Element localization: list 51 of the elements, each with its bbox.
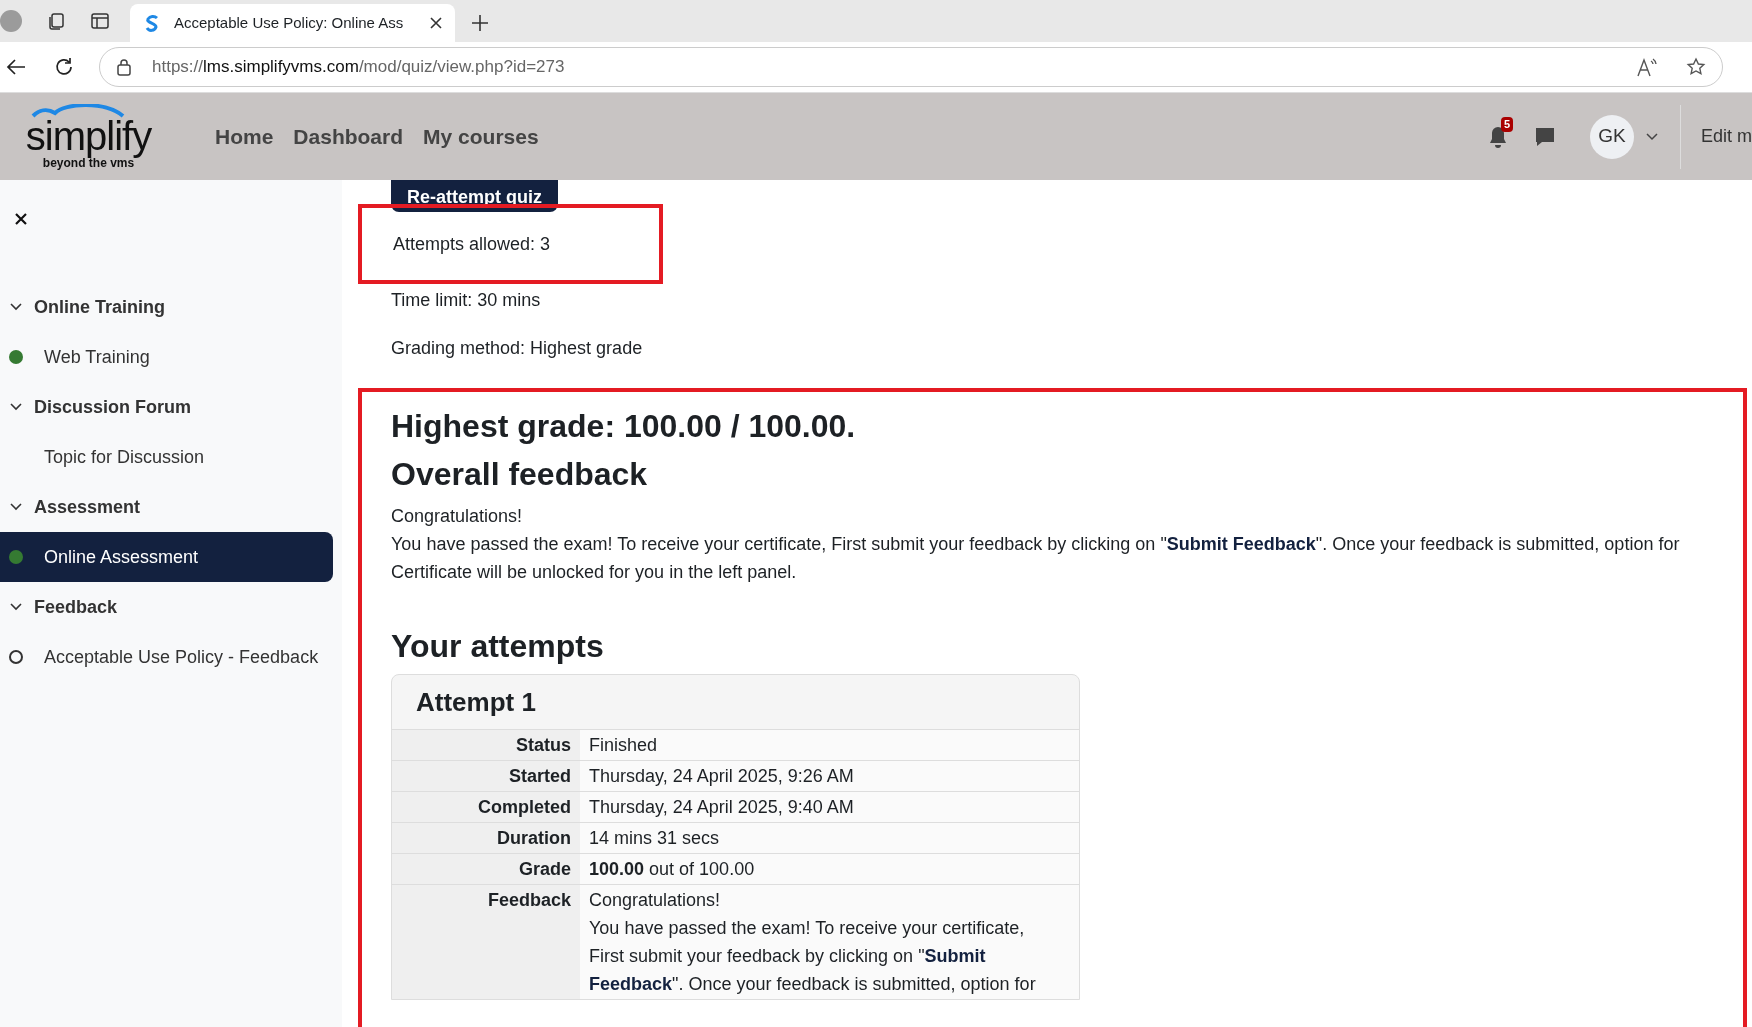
row-value-message: You have passed the exam! To receive your certificate, First submit your feedback by clicking on "Submit Feedback". Once your feedback is submitted, option for bbox=[589, 917, 1037, 996]
quiz-info-text: Grading method: Highest grade bbox=[391, 336, 643, 360]
lock-icon bbox=[116, 58, 132, 76]
quiz-info-text: Time limit: 30 mins bbox=[391, 288, 541, 312]
browser-tab[interactable]: Acceptable Use Policy: Online Ass bbox=[130, 4, 455, 42]
nav-link[interactable]: Home bbox=[215, 120, 274, 153]
reload-icon[interactable] bbox=[53, 56, 75, 78]
star-icon[interactable] bbox=[1686, 57, 1706, 77]
activity-link[interactable]: Topic for Discussion bbox=[0, 432, 333, 482]
collections-icon[interactable] bbox=[46, 11, 66, 31]
tab-title: Acceptable Use Policy: Online Ass bbox=[174, 12, 405, 33]
row-label: Status bbox=[392, 730, 580, 760]
overall-feedback-heading: Overall feedback bbox=[391, 455, 649, 494]
user-avatar[interactable]: GK bbox=[1590, 114, 1634, 159]
cloud-arc-icon bbox=[31, 103, 126, 118]
notification-count: 5 bbox=[1501, 116, 1514, 132]
edit-mode-label[interactable]: Edit m bbox=[1701, 123, 1752, 150]
row-label: Grade bbox=[392, 854, 580, 884]
row-value: 100.00 out of 100.00 bbox=[589, 858, 756, 881]
attempts-heading: Your attempts bbox=[391, 627, 605, 666]
feedback-message: You have passed the exam! To receive your certificate, First submit your feedback by clicking on "Submit Feedback". Once your feedback is submitted, option for Certificate will be unlocked for you in the left panel. bbox=[391, 533, 1681, 584]
activity-link[interactable]: Online Assessment bbox=[0, 532, 333, 582]
feedback-greeting: Congratulations! bbox=[391, 505, 524, 528]
quiz-info-text: Attempts allowed: 3 bbox=[393, 232, 551, 256]
highest-grade-heading: Highest grade: 100.00 / 100.00. bbox=[391, 407, 857, 446]
caret-icon[interactable] bbox=[1646, 132, 1658, 141]
attempt-title: Attempt 1 bbox=[415, 685, 537, 719]
row-value: 14 mins 31 secs bbox=[589, 827, 721, 850]
section-toggle[interactable]: Feedback bbox=[0, 582, 342, 632]
nav-link[interactable]: Dashboard bbox=[293, 120, 404, 153]
activity-link[interactable]: Web Training bbox=[0, 332, 333, 382]
row-label: Started bbox=[392, 761, 580, 791]
row-label: Feedback bbox=[392, 885, 580, 999]
close-icon[interactable] bbox=[14, 212, 28, 226]
close-icon[interactable] bbox=[429, 16, 443, 30]
row-label: Duration bbox=[392, 823, 580, 853]
window-icon[interactable] bbox=[90, 11, 110, 31]
new-tab-icon[interactable] bbox=[471, 14, 489, 32]
url-text: https://lms.simplifyvms.com/mod/quiz/view.php?id=273 bbox=[152, 56, 565, 79]
site-logo[interactable]: simplify beyond the vms bbox=[6, 97, 171, 176]
row-label: Completed bbox=[392, 792, 580, 822]
row-value: Finished bbox=[589, 734, 659, 757]
row-value: Thursday, 24 April 2025, 9:40 AM bbox=[589, 796, 855, 819]
row-value: Congratulations! bbox=[589, 889, 722, 912]
row-value: Thursday, 24 April 2025, 9:26 AM bbox=[589, 765, 855, 788]
section-toggle[interactable]: Online Training bbox=[0, 282, 342, 332]
nav-link[interactable]: My courses bbox=[423, 120, 539, 153]
section-toggle[interactable]: Assessment bbox=[0, 482, 342, 532]
section-toggle[interactable]: Discussion Forum bbox=[0, 382, 342, 432]
activity-link[interactable]: Acceptable Use Policy - Feedback bbox=[0, 632, 333, 682]
read-aloud-icon[interactable] bbox=[1636, 57, 1658, 77]
